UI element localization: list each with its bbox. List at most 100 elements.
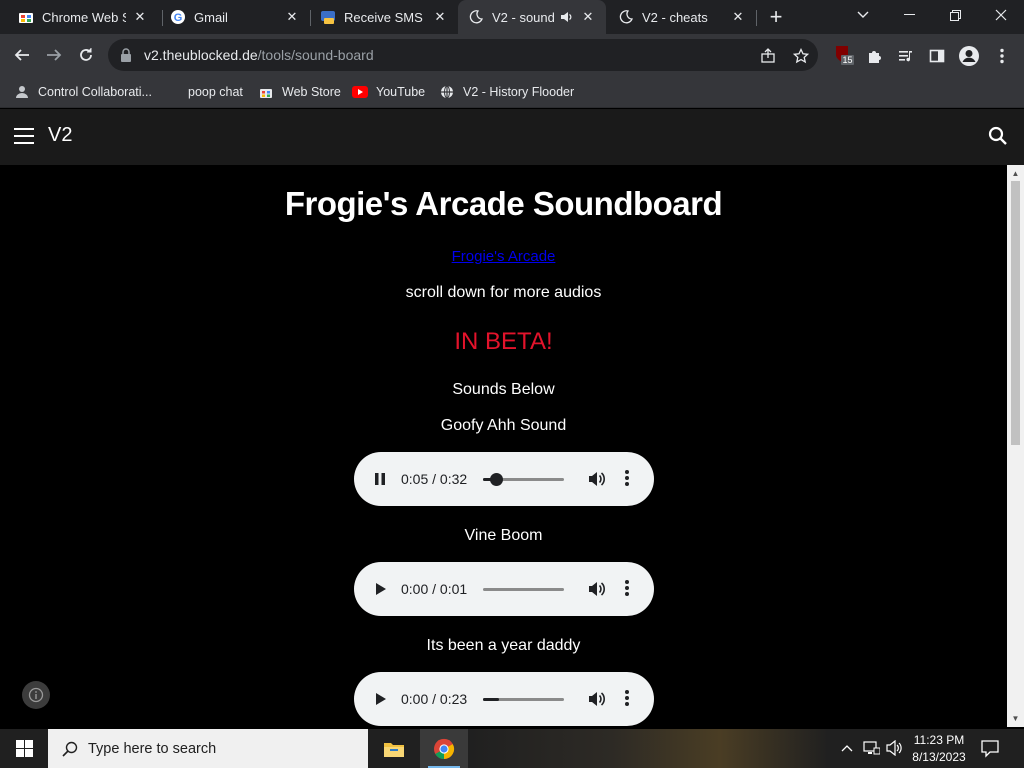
window-close-icon[interactable] <box>978 0 1024 30</box>
network-icon[interactable] <box>862 739 880 757</box>
close-icon[interactable]: ✕ <box>432 9 448 25</box>
tab-title: Chrome Web Store <box>42 9 126 25</box>
file-explorer-icon[interactable] <box>370 729 418 768</box>
volume-icon[interactable] <box>586 579 606 599</box>
speaker-icon[interactable] <box>558 9 574 25</box>
chrome-web-store-icon <box>18 9 34 25</box>
taskbar-clock[interactable]: 11:23 PM 8/13/2023 <box>906 732 972 766</box>
arcade-link-wrap: Frogie's Arcade <box>0 248 1007 266</box>
chrome-web-store-icon <box>258 84 274 100</box>
moon-icon <box>618 9 634 25</box>
notification-icon[interactable] <box>980 738 1002 760</box>
tab-chrome-web-store[interactable]: Chrome Web Store ✕ <box>8 0 158 34</box>
minimize-icon[interactable] <box>886 0 932 30</box>
chrome-menu-icon[interactable] <box>991 45 1013 67</box>
tab-strip: Chrome Web Store ✕ G Gmail ✕ Receive SMS… <box>0 0 1024 34</box>
seek-progress <box>483 698 499 701</box>
back-icon[interactable] <box>8 41 36 69</box>
volume-icon[interactable] <box>586 469 606 489</box>
windows-start-icon[interactable] <box>0 729 48 768</box>
bookmark-label: poop chat <box>188 85 243 99</box>
audio-player[interactable]: 0:00 / 0:23 <box>354 672 654 726</box>
audio-player[interactable]: 0:05 / 0:32 <box>354 452 654 506</box>
info-icon[interactable] <box>22 681 50 709</box>
svg-text:G: G <box>174 12 183 24</box>
arcade-link[interactable]: Frogie's Arcade <box>452 248 556 265</box>
media-controls-icon[interactable] <box>895 45 917 67</box>
address-bar[interactable]: v2.theublocked.de /tools/sound-board <box>108 39 818 71</box>
share-icon[interactable] <box>758 46 778 66</box>
time-display: 0:00 / 0:23 <box>401 691 468 707</box>
tab-title: V2 - sound <box>492 9 555 25</box>
close-icon[interactable]: ✕ <box>284 9 300 25</box>
chevron-up-icon[interactable] <box>838 739 856 757</box>
sounds-heading: Sounds Below <box>452 381 555 398</box>
play-icon[interactable] <box>372 581 388 597</box>
tab-title: Receive SMS online <box>344 9 426 25</box>
forward-icon[interactable] <box>40 41 68 69</box>
tab-v2-cheats[interactable]: V2 - cheats ✕ <box>608 0 756 34</box>
new-tab-button[interactable]: + <box>764 4 788 29</box>
tab-search-icon[interactable] <box>840 0 886 30</box>
audio-player[interactable]: 0:00 / 0:01 <box>354 562 654 616</box>
side-panel-icon[interactable] <box>926 45 948 67</box>
screen: Chrome Web Store ✕ G Gmail ✕ Receive SMS… <box>0 0 1024 768</box>
bookmarks-bar: Control Collaborati... poop chat Web Sto… <box>0 76 1024 108</box>
sound-label: Goofy Ahh Sound <box>440 417 567 434</box>
pause-icon[interactable] <box>372 471 388 487</box>
time-display: 0:05 / 0:32 <box>401 471 468 487</box>
profile-avatar-icon[interactable] <box>958 45 980 67</box>
bookmark-v2-history-flooder[interactable]: V2 - History Flooder <box>439 82 574 102</box>
volume-icon[interactable] <box>586 689 606 709</box>
extensions-puzzle-icon[interactable] <box>864 45 886 67</box>
taskbar-search-placeholder: Type here to search <box>88 740 217 757</box>
url-host: v2.theublocked.de <box>144 47 258 63</box>
close-icon[interactable]: ✕ <box>132 9 148 25</box>
bookmark-star-icon[interactable] <box>791 46 811 66</box>
seek-slider[interactable] <box>483 473 564 486</box>
google-icon: G <box>170 9 186 25</box>
play-icon[interactable] <box>372 691 388 707</box>
seek-slider[interactable] <box>483 588 564 591</box>
extension-badge: 15 <box>842 55 853 65</box>
tab-receive-sms[interactable]: Receive SMS online ✕ <box>310 0 458 34</box>
reload-icon[interactable] <box>72 41 100 69</box>
tab-v2-sound[interactable]: V2 - sound ✕ <box>458 0 606 34</box>
windows-taskbar: Type here to search 11:23 PM 8/13/2023 <box>0 729 1024 768</box>
scroll-down-icon[interactable]: ▼ <box>1011 714 1020 723</box>
ublock-extension-icon[interactable]: 15 <box>832 44 854 66</box>
more-options-icon[interactable] <box>624 689 632 709</box>
restore-icon[interactable] <box>932 0 978 30</box>
chrome-taskbar-icon[interactable] <box>420 729 468 768</box>
lock-icon[interactable] <box>120 48 134 62</box>
bookmark-label: YouTube <box>376 85 426 99</box>
close-icon[interactable]: ✕ <box>580 9 596 25</box>
seek-slider[interactable] <box>483 698 564 701</box>
bookmark-poop-chat[interactable]: poop chat <box>188 82 243 102</box>
bookmark-label: V2 - History Flooder <box>463 85 575 99</box>
scroll-up-icon[interactable]: ▲ <box>1011 169 1020 178</box>
page-content: Frogie's Arcade Soundboard Frogie's Arca… <box>0 165 1007 727</box>
bookmark-control-collaboration[interactable]: Control Collaborati... <box>14 82 152 102</box>
search-icon[interactable] <box>988 126 1010 148</box>
site-logo[interactable]: V2 <box>48 124 72 147</box>
bookmark-youtube[interactable]: YouTube <box>352 82 425 102</box>
page-scrollbar[interactable]: ▲ ▼ <box>1007 165 1024 727</box>
clock-date: 8/13/2023 <box>912 750 966 764</box>
more-options-icon[interactable] <box>624 579 632 599</box>
seek-thumb[interactable] <box>489 473 503 486</box>
close-icon[interactable]: ✕ <box>730 9 746 25</box>
moon-icon <box>468 9 484 25</box>
tab-gmail[interactable]: G Gmail ✕ <box>160 0 310 34</box>
sound-label: Its been a year daddy <box>426 637 581 654</box>
volume-icon[interactable] <box>886 739 904 757</box>
tab-title: Gmail <box>194 9 228 25</box>
bookmark-label: Control Collaborati... <box>38 85 152 99</box>
scroll-thumb[interactable] <box>1011 181 1020 445</box>
bookmark-web-store[interactable]: Web Store <box>258 82 341 102</box>
search-icon <box>62 741 78 757</box>
tab-divider <box>756 10 757 26</box>
hamburger-menu-icon[interactable] <box>14 128 34 146</box>
taskbar-search-box[interactable]: Type here to search <box>48 729 368 768</box>
more-options-icon[interactable] <box>624 469 632 489</box>
